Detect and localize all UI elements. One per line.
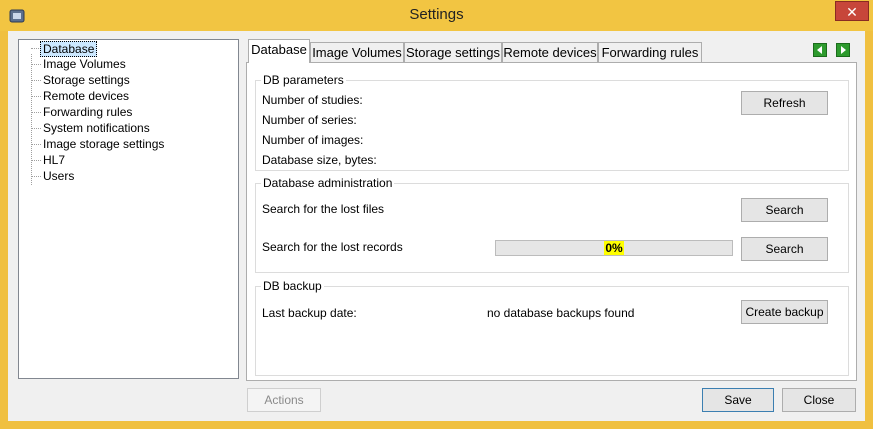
- lost-records-progress-bar: 0%: [495, 240, 733, 256]
- tree-item-storage-settings[interactable]: Storage settings: [41, 73, 132, 87]
- tab-storage-settings[interactable]: Storage settings: [404, 42, 502, 62]
- last-backup-label: Last backup date:: [262, 306, 357, 320]
- settings-tree[interactable]: Database Image Volumes Storage settings …: [18, 39, 239, 379]
- window-title: Settings: [409, 6, 464, 23]
- tree-item-image-storage-settings[interactable]: Image storage settings: [41, 137, 166, 151]
- tree-item-remote-devices[interactable]: Remote devices: [41, 89, 131, 103]
- tree-connector: [31, 160, 41, 161]
- tree-connector: [31, 176, 41, 177]
- progress-percent: 0%: [604, 241, 624, 255]
- db-size-label: Database size, bytes:: [262, 153, 377, 167]
- title-bar[interactable]: Settings ✕: [0, 0, 873, 31]
- tree-item-users[interactable]: Users: [41, 169, 76, 183]
- actions-button[interactable]: Actions: [247, 388, 321, 412]
- tree-connector: [31, 80, 41, 81]
- settings-window: Settings ✕ Database Image Volumes Storag…: [0, 0, 873, 429]
- tab-control: Database Image Volumes Storage settings …: [246, 39, 857, 381]
- client-area: Database Image Volumes Storage settings …: [8, 31, 865, 421]
- series-label: Number of series:: [262, 113, 357, 127]
- close-button[interactable]: Close: [782, 388, 856, 412]
- db-backup-group: DB backup Last backup date: no database …: [255, 279, 849, 376]
- tab-scroll-right-icon[interactable]: [836, 43, 850, 57]
- tree-item-image-volumes[interactable]: Image Volumes: [41, 57, 128, 71]
- tree-connector: [31, 96, 41, 97]
- tree-connector: [31, 144, 41, 145]
- tree-item-database[interactable]: Database: [40, 41, 98, 57]
- search-lost-records-button[interactable]: Search: [741, 237, 828, 261]
- database-tab-panel: DB parameters Number of studies: Number …: [246, 62, 857, 381]
- refresh-button[interactable]: Refresh: [741, 91, 828, 115]
- studies-label: Number of studies:: [262, 93, 363, 107]
- last-backup-value: no database backups found: [487, 306, 635, 320]
- save-button[interactable]: Save: [702, 388, 774, 412]
- tab-forwarding-rules[interactable]: Forwarding rules: [598, 42, 702, 62]
- tab-scroll-left-icon[interactable]: [813, 43, 827, 57]
- db-parameters-group: DB parameters Number of studies: Number …: [255, 73, 849, 171]
- lost-files-label: Search for the lost files: [262, 202, 385, 216]
- db-backup-title: DB backup: [261, 279, 324, 293]
- tree-item-hl7[interactable]: HL7: [41, 153, 67, 167]
- tree-item-forwarding-rules[interactable]: Forwarding rules: [41, 105, 134, 119]
- tab-database[interactable]: Database: [248, 39, 310, 63]
- images-label: Number of images:: [262, 133, 364, 147]
- search-lost-files-button[interactable]: Search: [741, 198, 828, 222]
- tree-connector: [31, 64, 41, 65]
- tree-connector: [31, 128, 41, 129]
- lost-records-label: Search for the lost records: [262, 240, 403, 254]
- db-administration-title: Database administration: [261, 176, 395, 190]
- tree-connector: [31, 112, 41, 113]
- tab-image-volumes[interactable]: Image Volumes: [310, 42, 404, 62]
- db-parameters-title: DB parameters: [261, 73, 346, 87]
- tree-item-system-notifications[interactable]: System notifications: [41, 121, 152, 135]
- tab-remote-devices[interactable]: Remote devices: [502, 42, 598, 62]
- create-backup-button[interactable]: Create backup: [741, 300, 828, 324]
- db-administration-group: Database administration Search for the l…: [255, 176, 849, 273]
- tree-connector: [31, 54, 32, 185]
- window-close-button[interactable]: ✕: [835, 1, 869, 21]
